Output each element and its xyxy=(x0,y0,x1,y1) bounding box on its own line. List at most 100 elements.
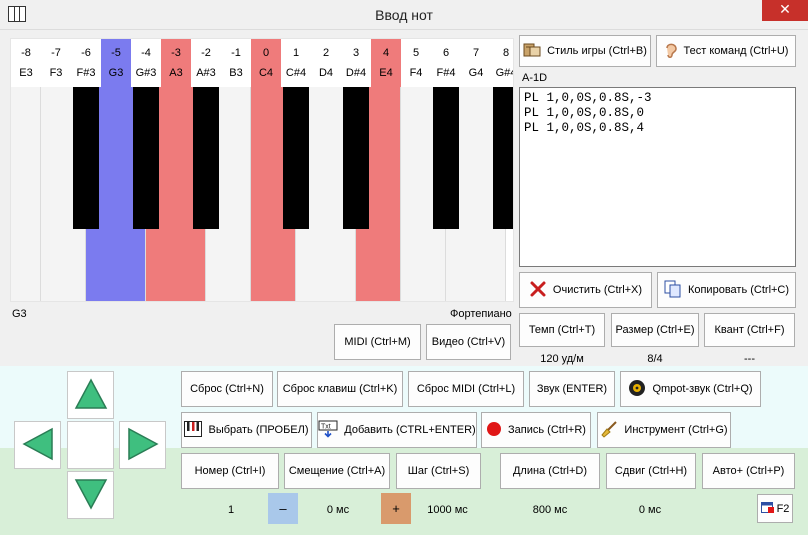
svg-text:Txt: Txt xyxy=(321,423,331,430)
clear-button[interactable]: Очистить (Ctrl+X) xyxy=(519,272,652,308)
step-label: Шаг (Ctrl+S) xyxy=(407,465,470,477)
arrow-center-button[interactable] xyxy=(67,421,114,469)
reset-keys-button[interactable]: Сброс клавиш (Ctrl+K) xyxy=(277,371,403,407)
tempo-button[interactable]: Темп (Ctrl+T) xyxy=(519,313,605,347)
close-button[interactable]: ✕ xyxy=(762,0,808,21)
black-key-gs4[interactable] xyxy=(493,87,513,229)
plus-button[interactable]: + xyxy=(381,493,411,524)
instrument-label: Инструмент (Ctrl+G) xyxy=(624,424,728,436)
black-key-fs4[interactable] xyxy=(433,87,459,229)
key-number: -8 xyxy=(21,47,31,59)
key-label-cs4: 1 C#4 xyxy=(281,39,311,87)
key-label-a3: -3 A3 xyxy=(161,39,191,87)
quant-value: --- xyxy=(744,353,755,365)
key-label-b3: -1 B3 xyxy=(221,39,251,87)
black-key-fs3[interactable] xyxy=(73,87,99,229)
arrow-left-icon xyxy=(21,426,55,465)
key-label-e3: -8 E3 xyxy=(11,39,41,87)
black-key-as3[interactable] xyxy=(193,87,219,229)
key-name: G#4 xyxy=(495,67,513,79)
auto-label: Авто+ (Ctrl+P) xyxy=(712,465,785,477)
size-button[interactable]: Размер (Ctrl+E) xyxy=(611,313,699,347)
record-dot-icon xyxy=(486,421,502,440)
key-label-g3: -5 G3 xyxy=(101,39,131,87)
step-value: 1000 мс xyxy=(427,504,468,516)
length-button[interactable]: Длина (Ctrl+D) xyxy=(500,453,600,489)
select-button[interactable]: Выбрать (ПРОБЕЛ) xyxy=(181,412,312,448)
key-label-f4: 5 F4 xyxy=(401,39,431,87)
key-name: C#4 xyxy=(285,67,307,79)
red-x-icon xyxy=(529,280,547,301)
key-name: D#4 xyxy=(345,67,367,79)
quant-button[interactable]: Квант (Ctrl+F) xyxy=(704,313,795,347)
key-label-gs3: -4 G#3 xyxy=(131,39,161,87)
number-button[interactable]: Номер (Ctrl+I) xyxy=(181,453,279,489)
black-key-cs4[interactable] xyxy=(283,87,309,229)
instrument-label: Фортепиано xyxy=(450,308,512,320)
arrow-right-button[interactable] xyxy=(119,421,166,469)
midi-label: MIDI (Ctrl+M) xyxy=(344,336,411,348)
key-name: A#3 xyxy=(196,67,216,79)
insert-text-icon: Txt xyxy=(318,420,338,441)
record-label: Запись (Ctrl+R) xyxy=(508,424,586,436)
key-name: F3 xyxy=(49,67,63,79)
qmpot-sound-button[interactable]: Qmpot-звук (Ctrl+Q) xyxy=(620,371,761,407)
select-label: Выбрать (ПРОБЕЛ) xyxy=(208,424,309,436)
copy-icon xyxy=(664,280,682,301)
step-button[interactable]: Шаг (Ctrl+S) xyxy=(396,453,481,489)
minus-button[interactable]: – xyxy=(268,493,298,524)
reset-button[interactable]: Сброс (Ctrl+N) xyxy=(181,371,273,407)
arrow-down-button[interactable] xyxy=(67,471,114,519)
reset-midi-label: Сброс MIDI (Ctrl+L) xyxy=(416,383,516,395)
record-disc-icon xyxy=(628,379,646,400)
black-key-ds4[interactable] xyxy=(343,87,369,229)
size-label: Размер (Ctrl+E) xyxy=(615,324,695,336)
offset-button[interactable]: Смещение (Ctrl+A) xyxy=(284,453,390,489)
shift-value: 0 мс xyxy=(638,504,662,516)
key-label-f3: -7 F3 xyxy=(41,39,71,87)
piano-keyboard[interactable]: -8 E3 -7 F3 -6 F#3 -5 G3 -4 G#3 -3 A3 -2 A#3 -1 B3 0 C4 1 C… xyxy=(10,38,514,302)
record-button[interactable]: Запись (Ctrl+R) xyxy=(481,412,591,448)
midi-button[interactable]: MIDI (Ctrl+M) xyxy=(334,324,421,360)
play-style-button[interactable]: Стиль игры (Ctrl+B) xyxy=(519,35,651,67)
video-button[interactable]: Видео (Ctrl+V) xyxy=(426,324,511,360)
piano-icon xyxy=(184,420,203,440)
white-key-e3[interactable] xyxy=(11,87,41,301)
length-value: 800 мс xyxy=(532,504,568,516)
black-key-gs3[interactable] xyxy=(133,87,159,229)
copy-button[interactable]: Копировать (Ctrl+C) xyxy=(657,272,796,308)
auto-button[interactable]: Авто+ (Ctrl+P) xyxy=(702,453,795,489)
key-number: 5 xyxy=(412,47,420,59)
section-label: A-1D xyxy=(522,72,548,84)
instrument-button[interactable]: Инструмент (Ctrl+G) xyxy=(597,412,731,448)
shift-button[interactable]: Сдвиг (Ctrl+H) xyxy=(606,453,696,489)
broom-icon xyxy=(600,420,618,441)
clear-label: Очистить (Ctrl+X) xyxy=(552,284,643,296)
commands-textarea[interactable]: PL 1,0,0S,0.8S,-3 PL 1,0,0S,0.8S,0 PL 1,… xyxy=(519,87,796,267)
key-number: 3 xyxy=(352,47,360,59)
test-commands-button[interactable]: Тест команд (Ctrl+U) xyxy=(656,35,796,67)
sound-button[interactable]: Звук (ENTER) xyxy=(529,371,615,407)
key-name: F#3 xyxy=(76,67,96,79)
f2-button[interactable]: F2 xyxy=(757,494,793,523)
key-label-fs4: 6 F#4 xyxy=(431,39,461,87)
test-commands-label: Тест команд (Ctrl+U) xyxy=(683,45,789,57)
key-number: -5 xyxy=(111,47,121,59)
key-name: A3 xyxy=(169,67,183,79)
reset-midi-button[interactable]: Сброс MIDI (Ctrl+L) xyxy=(408,371,524,407)
number-value: 1 xyxy=(227,504,235,516)
play-style-label: Стиль игры (Ctrl+B) xyxy=(547,45,647,57)
key-name: G4 xyxy=(468,67,484,79)
arrow-left-button[interactable] xyxy=(14,421,61,469)
number-label: Номер (Ctrl+I) xyxy=(194,465,266,477)
arrow-up-button[interactable] xyxy=(67,371,114,419)
add-button[interactable]: Txt Добавить (CTRL+ENTER) xyxy=(317,412,477,448)
f2-label: F2 xyxy=(776,502,790,515)
window-title: Ввод нот xyxy=(375,7,433,23)
key-name: F4 xyxy=(409,67,423,79)
copy-label: Копировать (Ctrl+C) xyxy=(687,284,790,296)
key-number: 1 xyxy=(292,47,300,59)
key-number: 6 xyxy=(442,47,450,59)
key-number: -4 xyxy=(141,47,151,59)
quant-label: Квант (Ctrl+F) xyxy=(714,324,785,336)
